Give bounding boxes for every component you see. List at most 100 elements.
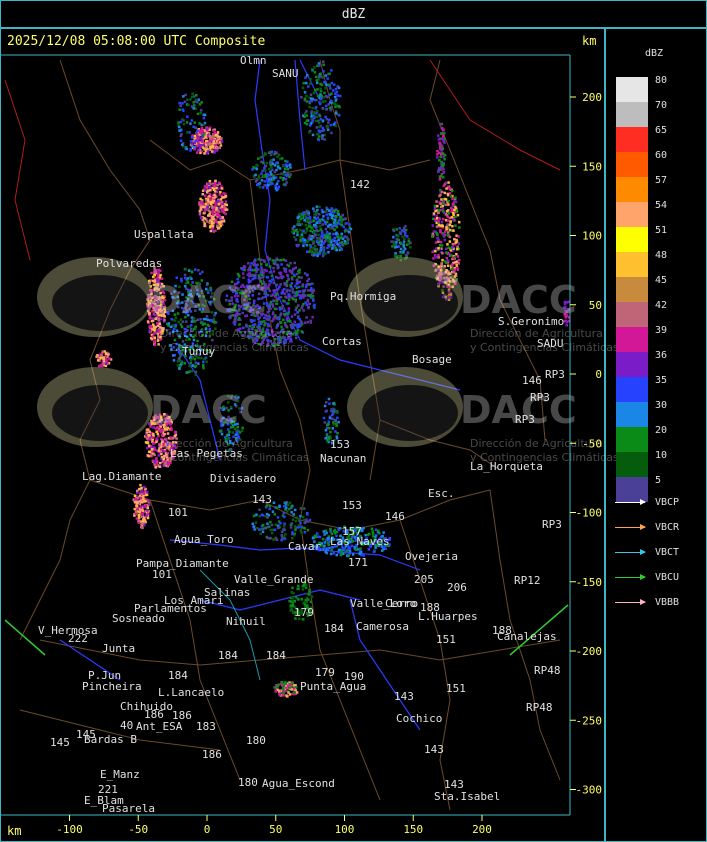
echo-pixel [194,364,198,368]
echo-pixel [133,494,137,497]
echo-pixel [319,228,323,231]
echo-pixel [268,271,272,274]
radar-map-canvas[interactable]: DACCDirección de Agriculturay Contingenc… [0,0,707,842]
echo-pixel [100,354,103,357]
echo-pixel [409,246,412,249]
echo-pixel [178,129,181,132]
echo-pixel [448,240,452,243]
legend-swatch-10 [616,452,648,477]
echo-pixel [377,529,380,533]
echo-pixel [249,265,252,268]
echo-pixel [211,206,215,209]
echo-pixel [252,166,255,169]
echo-pixel [290,522,294,525]
legend-swatch-60 [616,152,648,177]
echo-pixel [136,491,139,495]
echo-pixel [442,176,445,179]
echo-pixel [437,208,441,212]
place-label: Lag.Diamante [82,470,161,483]
echo-pixel [202,146,205,149]
echo-pixel [286,168,290,171]
x-tick-label: 100 [335,823,355,836]
legend-title: dBZ [645,48,664,59]
echo-pixel [261,186,265,189]
echo-pixel [442,171,446,174]
echo-pixel [185,121,189,124]
echo-pixel [317,233,320,237]
echo-pixel [289,173,292,176]
echo-pixel [438,201,441,204]
echo-pixel [293,320,297,324]
echo-pixel [190,270,194,273]
echo-pixel [345,235,348,239]
echo-pixel [289,526,293,529]
place-label: SANU [272,67,299,80]
echo-pixel [321,223,324,226]
echo-pixel [198,272,202,275]
echo-pixel [302,515,305,519]
echo-pixel [338,105,341,108]
echo-pixel [300,96,303,99]
place-label: La_Horqueta [470,460,543,473]
echo-pixel [392,241,396,245]
echo-pixel [323,421,327,424]
echo-pixel [215,206,218,210]
echo-pixel [236,272,240,276]
radar-item-vbcp[interactable]: VBCP [615,497,679,511]
echo-pixel [293,508,297,512]
echo-pixel [282,299,285,302]
echo-pixel [292,513,295,516]
echo-pixel [186,115,189,118]
echo-pixel [294,519,298,523]
echo-pixel [322,215,325,218]
echo-pixel [270,165,273,169]
echo-pixel [289,270,293,274]
echo-pixel [455,264,458,267]
echo-pixel [304,285,308,289]
echo-pixel [172,354,175,357]
echo-pixel [442,152,445,156]
echo-pixel [331,247,334,250]
echo-pixel [188,269,191,272]
echo-pixel [313,234,317,237]
echo-pixel [299,228,302,232]
echo-pixel [291,323,295,326]
echo-pixel [189,122,192,125]
echo-pixel [436,156,439,159]
echo-pixel [323,541,327,544]
echo-pixel [266,186,269,190]
echo-pixel [324,222,327,226]
echo-pixel [319,87,322,91]
echo-pixel [211,213,215,216]
echo-pixel [300,276,303,279]
echo-pixel [275,161,278,165]
echo-pixel [137,515,141,518]
radar-name: VBCT [655,547,680,558]
echo-pixel [311,282,314,285]
echo-pixel [303,600,307,604]
echo-pixel [322,63,325,66]
echo-pixel [271,278,274,281]
echo-pixel [139,496,143,500]
radar-item-vbcr[interactable]: VBCR [615,522,679,536]
echo-pixel [270,274,274,278]
echo-pixel [396,233,399,237]
echo-pixel [277,153,281,157]
echo-pixel [96,354,99,357]
radar-item-vbct[interactable]: VBCT [615,547,679,561]
legend-swatch-35 [616,377,648,402]
echo-pixel [312,242,315,245]
echo-pixel [258,528,261,531]
radar-item-vbcu[interactable]: VBCU [615,572,679,586]
echo-pixel [321,107,324,110]
echo-pixel [441,252,444,255]
echo-pixel [326,220,329,224]
y-tick-label: 50 [589,299,602,312]
echo-pixel [401,235,404,238]
echo-pixel [286,288,289,292]
echo-pixel [268,167,271,171]
echo-pixel [186,98,189,101]
echo-pixel [341,237,345,240]
echo-pixel [291,288,294,291]
radar-item-vbbb[interactable]: VBBB [615,597,679,611]
